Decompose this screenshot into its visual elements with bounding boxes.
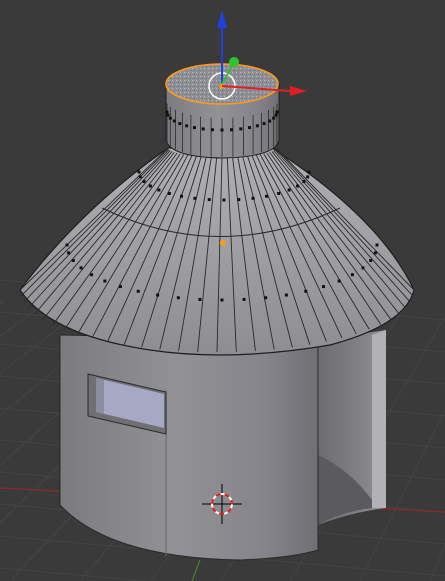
vertex-dot: [306, 175, 310, 179]
vertex-dot: [350, 273, 354, 277]
vertex-dot: [193, 196, 197, 200]
vertex-dot: [265, 194, 268, 198]
vertex-dot: [178, 122, 182, 126]
vertex-dot: [277, 191, 281, 195]
vertex-dot: [210, 128, 214, 132]
house-body: [59, 334, 319, 561]
vertex-dot: [268, 119, 272, 123]
vertex-dot: [103, 279, 107, 283]
vertex-dot: [262, 122, 266, 126]
vertex-dot: [230, 128, 234, 132]
vertex-dot: [166, 113, 170, 117]
vertex-dot: [242, 297, 246, 301]
vertex-dot: [220, 298, 224, 302]
vertex-dot: [168, 116, 172, 120]
vertex-dot: [369, 258, 373, 262]
3d-viewport[interactable]: [0, 0, 445, 581]
vertex-dot: [172, 119, 176, 123]
vertex-dot: [65, 243, 69, 247]
vertex-dot: [90, 273, 94, 277]
vertex-dot: [167, 191, 171, 195]
vertex-dot: [337, 279, 341, 283]
vertex-dot: [137, 170, 141, 174]
vertex-dot: [307, 170, 311, 174]
vertex-dot: [156, 293, 160, 297]
vertex-dot: [193, 126, 196, 130]
vertex-dot: [79, 266, 83, 270]
vertex-dot: [373, 251, 377, 255]
vertex-dot: [222, 198, 226, 202]
door-edge: [372, 330, 386, 508]
y-axis-arrow-head[interactable]: [229, 57, 239, 67]
vertex-dot: [255, 124, 259, 128]
vertex-dot: [180, 194, 183, 198]
vertex-dot: [375, 243, 379, 247]
vertex-dot: [239, 127, 243, 131]
vertex-dot: [67, 251, 71, 255]
vertex-dot: [296, 184, 300, 188]
roof-vertex: [220, 240, 226, 246]
vertex-dot: [220, 128, 224, 132]
vertex-dot: [284, 293, 288, 297]
vertex-dot: [157, 188, 161, 192]
vertex-dot: [275, 110, 279, 114]
vertex-dot: [272, 116, 276, 120]
vertex-dot: [207, 198, 211, 202]
vertex-dot: [165, 110, 169, 114]
vertex-dot: [148, 184, 152, 188]
vertex-dot: [237, 198, 241, 202]
vertex-dot: [142, 180, 146, 184]
vertex-dot: [138, 175, 142, 179]
vertex-dot: [287, 188, 291, 192]
vertex-dot: [322, 285, 326, 289]
vertex-dot: [201, 127, 205, 131]
vertex-dot: [136, 289, 140, 293]
vertex-dot: [248, 126, 251, 130]
vertex-dot: [198, 297, 202, 301]
vertex-dot: [361, 266, 365, 270]
vertex-dot: [118, 285, 122, 289]
vertex-dot: [302, 180, 306, 184]
vertex-dot: [274, 113, 278, 117]
vertex-dot: [251, 196, 255, 200]
vertex-dot: [304, 289, 308, 293]
vertex-dot: [176, 296, 180, 300]
vertex-dot: [264, 296, 268, 300]
vertex-dot: [185, 124, 189, 128]
vertex-dot: [71, 258, 75, 262]
